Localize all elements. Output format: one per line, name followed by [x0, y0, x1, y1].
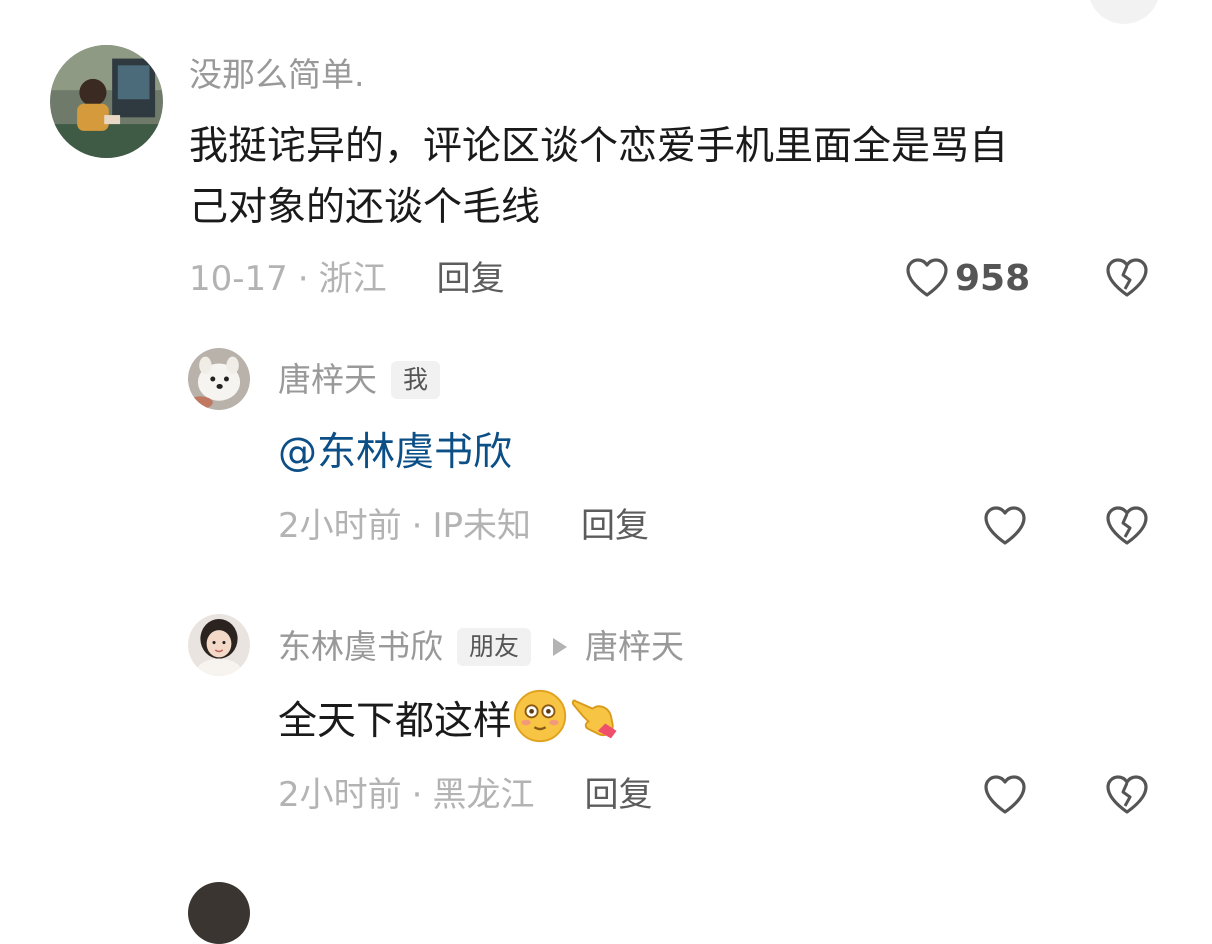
- heart-icon: [906, 258, 948, 297]
- heart-icon: [984, 506, 1026, 545]
- comment-text: 我挺诧异的，评论区谈个恋爱手机里面全是骂自: [189, 124, 1009, 169]
- reply-location: 黑龙江: [432, 775, 535, 815]
- reply-meta: 2小时前 · 黑龙江 回复: [278, 775, 652, 815]
- reply-button[interactable]: 回复: [584, 775, 652, 815]
- reply-to-username[interactable]: 唐梓天: [585, 627, 684, 667]
- anime-boy-gaming-avatar[interactable]: [50, 45, 163, 158]
- reply-button[interactable]: 回复: [437, 259, 505, 299]
- comment-text-line2: 己对象的还谈个毛线: [189, 185, 541, 230]
- dislike-button[interactable]: [1105, 505, 1149, 551]
- like-button[interactable]: [983, 774, 1027, 816]
- next-comment-avatar[interactable]: [188, 882, 250, 944]
- meta-separator: ·: [297, 259, 309, 299]
- broken-heart-icon: [1106, 775, 1148, 814]
- reply-date: 2小时前: [278, 775, 402, 815]
- reply-username-text[interactable]: 东林虞书欣: [278, 627, 443, 667]
- dislike-button[interactable]: [1105, 774, 1149, 820]
- like-button[interactable]: 958: [905, 257, 1030, 299]
- self-tag: 我: [391, 361, 441, 399]
- reply-username-text[interactable]: 唐梓天: [278, 360, 377, 400]
- samoyed-dog-avatar[interactable]: [188, 348, 250, 410]
- comment-meta: 10-17 · 浙江 回复: [189, 259, 505, 299]
- broken-heart-icon: [1106, 258, 1148, 297]
- dislike-button[interactable]: [1105, 257, 1149, 303]
- meta-separator: ·: [411, 775, 423, 815]
- reply-to-arrow-icon: [553, 638, 568, 656]
- reply-button[interactable]: 回复: [581, 506, 649, 546]
- mention-link[interactable]: @东林虞书欣: [278, 430, 512, 475]
- pointing-hand-emoji: [571, 699, 617, 739]
- heart-icon: [984, 775, 1026, 814]
- blushing-smiley-emoji: [513, 689, 567, 743]
- meta-separator: ·: [411, 506, 423, 546]
- comment-username[interactable]: 没那么简单.: [189, 55, 365, 95]
- reply-username: 东林虞书欣 朋友 唐梓天: [278, 627, 684, 667]
- reply-meta: 2小时前 · IP未知 回复: [278, 506, 649, 546]
- like-button[interactable]: [983, 505, 1027, 547]
- comment-date: 10-17: [189, 259, 288, 299]
- reply-text: 全天下都这样: [278, 688, 624, 751]
- like-count: 958: [955, 257, 1031, 299]
- reply-text-content: 全天下都这样: [278, 699, 513, 744]
- comment-location: 浙江: [318, 259, 387, 299]
- reply-location: IP未知: [432, 506, 531, 546]
- reply-username: 唐梓天 我: [278, 360, 441, 400]
- reply-date: 2小时前: [278, 506, 402, 546]
- girl-photo-avatar[interactable]: [188, 614, 250, 676]
- friend-tag: 朋友: [457, 628, 532, 666]
- top-action-button[interactable]: [1088, 0, 1160, 24]
- broken-heart-icon: [1106, 506, 1148, 545]
- reply-text: @东林虞书欣: [278, 424, 512, 482]
